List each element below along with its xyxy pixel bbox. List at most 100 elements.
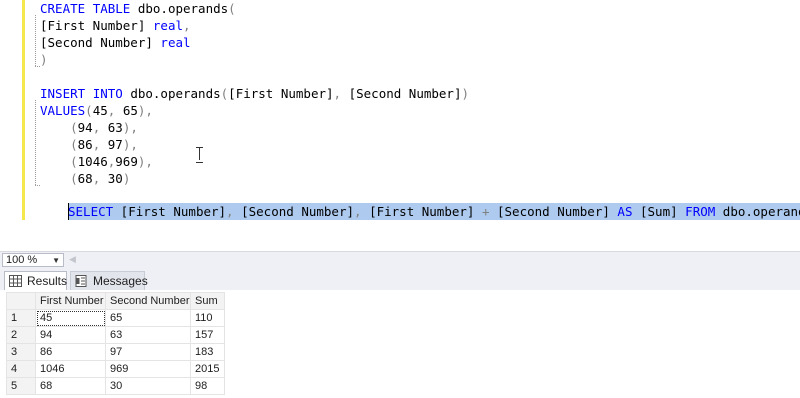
code-token: VALUES — [40, 103, 86, 118]
chevron-down-icon[interactable]: ▼ — [52, 255, 60, 267]
code-token: [Second Number] — [348, 86, 462, 101]
code-token: ( — [70, 154, 78, 169]
code-token: , — [354, 204, 370, 219]
table-cell[interactable]: 98 — [190, 377, 225, 395]
code-token: real — [160, 35, 191, 50]
code-token: 97 — [107, 137, 123, 152]
table-row[interactable]: 3 86 97 183 — [6, 343, 225, 361]
code-line[interactable]: [First Number] real, — [40, 17, 191, 34]
table-row[interactable]: 4 1046 969 2015 — [6, 360, 225, 378]
query-editor[interactable]: CREATE TABLE dbo.operands([First Number]… — [0, 0, 800, 251]
code-token: [First Number] — [113, 204, 227, 219]
column-header-first-number[interactable]: First Number — [35, 292, 106, 310]
code-token: 1046 — [77, 154, 108, 169]
code-token: , — [92, 171, 108, 186]
code-token: ), — [122, 120, 138, 135]
code-token: , — [333, 86, 349, 101]
code-line[interactable]: [Second Number] real — [40, 34, 191, 51]
table-cell[interactable]: 94 — [35, 326, 106, 344]
table-cell[interactable]: 63 — [105, 326, 191, 344]
table-row[interactable]: 5 68 30 98 — [6, 377, 225, 395]
table-cell[interactable]: 86 — [35, 343, 106, 361]
code-token: , — [92, 120, 108, 135]
code-token: AS — [617, 204, 633, 219]
code-token: 65 — [122, 103, 138, 118]
grid-corner[interactable] — [6, 292, 36, 310]
code-token: 86 — [77, 137, 93, 152]
code-line[interactable]: ) — [40, 51, 48, 68]
code-token: [Second Number] — [497, 204, 610, 219]
outline-guide-create — [35, 15, 36, 66]
zoom-dropdown[interactable]: 100 % ▼ — [2, 253, 64, 267]
tab-results-label: Results — [27, 274, 68, 288]
results-pane: Results Messages First Number Second Num… — [0, 268, 800, 398]
table-cell[interactable]: 110 — [190, 309, 225, 327]
table-row[interactable]: 1 45 65 110 — [6, 309, 225, 327]
scroll-left-icon[interactable]: ◀ — [69, 254, 76, 265]
code-token: [First Number] — [40, 18, 153, 33]
zoom-bar: 100 % ▼ ◀ — [0, 251, 800, 268]
code-line[interactable]: VALUES(45, 65), — [40, 102, 153, 119]
code-token: SELECT — [68, 204, 114, 219]
row-number[interactable]: 1 — [6, 309, 36, 327]
code-token: [First Number] — [228, 86, 334, 101]
table-cell[interactable]: 68 — [35, 377, 106, 395]
code-line[interactable]: (68, 30) — [40, 170, 130, 187]
code-token: [Second Number] — [241, 204, 354, 219]
results-grid[interactable]: First Number Second Number Sum 1 45 65 1… — [6, 292, 225, 395]
column-header-sum[interactable]: Sum — [190, 292, 225, 310]
table-row[interactable]: 2 94 63 157 — [6, 326, 225, 344]
code-token: ( — [85, 103, 93, 118]
row-number[interactable]: 2 — [6, 326, 36, 344]
code-token: dbo.operands — [722, 204, 800, 219]
table-cell[interactable]: 183 — [190, 343, 225, 361]
code-line[interactable]: (94, 63), — [40, 119, 138, 136]
row-number[interactable]: 3 — [6, 343, 36, 361]
code-token: dbo.operands — [130, 1, 229, 16]
table-cell[interactable]: 45 — [35, 309, 106, 327]
table-cell[interactable]: 97 — [105, 343, 191, 361]
results-grid-area: First Number Second Number Sum 1 45 65 1… — [3, 290, 800, 398]
table-cell[interactable]: 2015 — [190, 360, 225, 378]
table-cell[interactable]: 30 — [105, 377, 191, 395]
code-line[interactable]: (86, 97), — [40, 136, 138, 153]
code-token: 969 — [115, 154, 138, 169]
code-token: ( — [70, 171, 78, 186]
code-token: ) — [122, 171, 131, 186]
grid-icon — [9, 275, 22, 287]
change-marker-bar — [22, 0, 25, 220]
code-line[interactable]: (1046,969), — [40, 153, 153, 170]
results-tabstrip: Results Messages — [0, 268, 800, 290]
code-token: + — [474, 204, 497, 219]
table-cell[interactable]: 1046 — [35, 360, 106, 378]
code-token: , — [183, 18, 191, 33]
tab-results[interactable]: Results — [4, 271, 67, 290]
code-token: ), — [137, 154, 153, 169]
code-token: TABLE — [92, 1, 131, 16]
tab-messages[interactable]: Messages — [70, 271, 148, 290]
code-line-selected[interactable]: SELECT [First Number], [Second Number], … — [68, 203, 800, 220]
text-caret — [68, 203, 69, 220]
code-token: 45 — [92, 103, 108, 118]
table-cell[interactable]: 969 — [105, 360, 191, 378]
outline-guide-insert — [35, 100, 36, 185]
code-token: ( — [70, 137, 78, 152]
table-cell[interactable]: 157 — [190, 326, 225, 344]
column-header-second-number[interactable]: Second Number — [105, 292, 191, 310]
table-cell[interactable]: 65 — [105, 309, 191, 327]
code-token: ), — [122, 137, 138, 152]
ibeam-cursor-icon — [196, 147, 203, 163]
code-token: ( — [70, 120, 78, 135]
row-number[interactable]: 5 — [6, 377, 36, 395]
code-line[interactable]: INSERT INTO dbo.operands([First Number],… — [40, 85, 469, 102]
code-token: ) — [40, 52, 48, 67]
row-number[interactable]: 4 — [6, 360, 36, 378]
code-token: 68 — [77, 171, 93, 186]
zoom-value: 100 % — [6, 254, 38, 266]
code-line[interactable]: CREATE TABLE dbo.operands( — [40, 0, 236, 17]
code-token: , — [107, 103, 123, 118]
code-token: , — [92, 137, 108, 152]
